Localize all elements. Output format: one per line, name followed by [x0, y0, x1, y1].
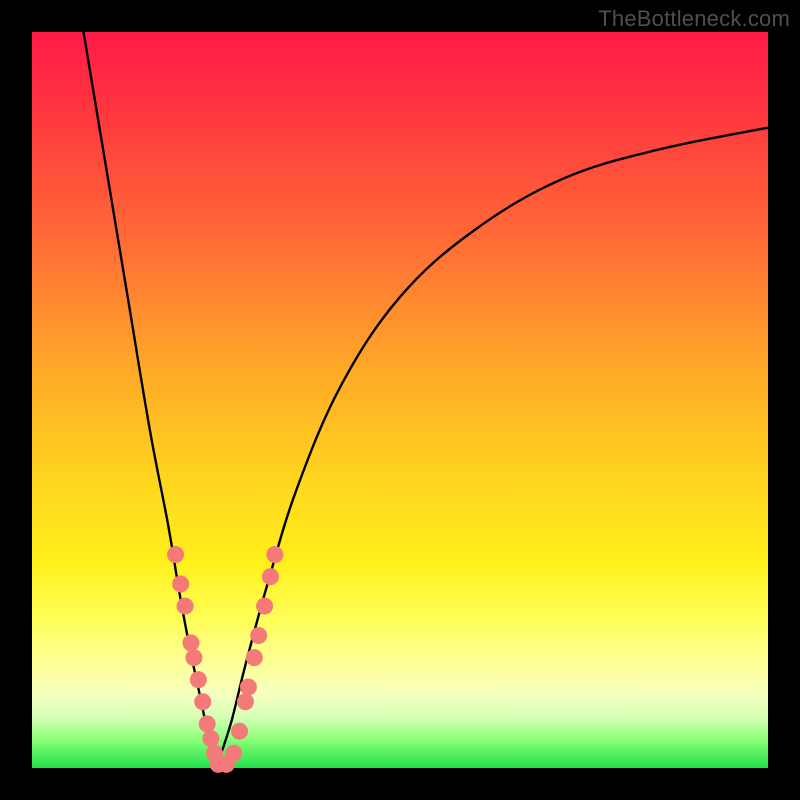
series-right-branch [216, 128, 768, 768]
data-marker [177, 598, 194, 615]
data-marker [199, 715, 216, 732]
data-marker [240, 679, 257, 696]
data-marker [202, 730, 219, 747]
data-marker [167, 546, 184, 563]
data-marker [256, 598, 273, 615]
data-marker [231, 723, 248, 740]
data-marker [194, 693, 211, 710]
data-marker [262, 568, 279, 585]
data-marker [266, 546, 283, 563]
data-marker [185, 649, 202, 666]
watermark-text: TheBottleneck.com [598, 6, 790, 32]
data-marker [250, 627, 267, 644]
chart-frame: TheBottleneck.com [0, 0, 800, 800]
data-marker [172, 576, 189, 593]
plot-area [32, 32, 768, 768]
chart-svg [32, 32, 768, 768]
data-marker [246, 649, 263, 666]
data-marker [237, 693, 254, 710]
data-marker [190, 671, 207, 688]
data-marker [225, 745, 242, 762]
data-marker [182, 634, 199, 651]
